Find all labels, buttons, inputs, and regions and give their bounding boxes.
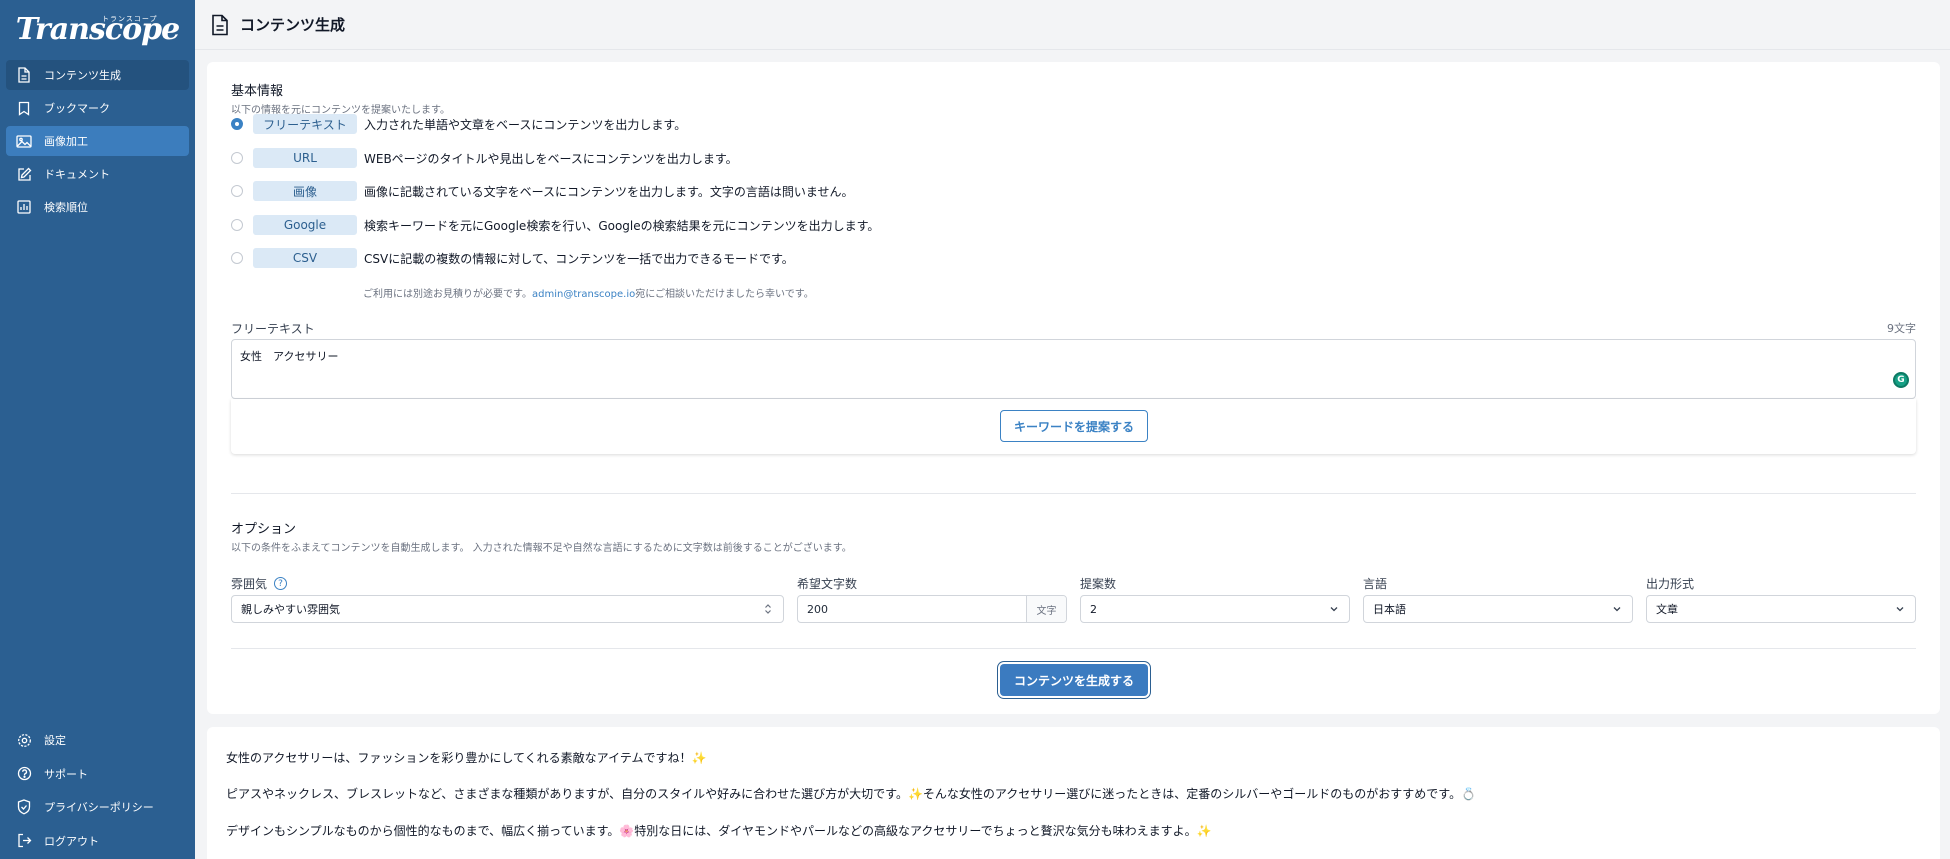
keyword-panel: キーワードを提案する	[231, 399, 1916, 454]
document-icon	[210, 14, 232, 36]
mode-chip: Google	[253, 215, 357, 235]
radio-button[interactable]	[231, 185, 243, 197]
logout-icon	[14, 831, 34, 851]
mode-chip: 画像	[253, 181, 357, 201]
basic-info-title: 基本情報	[231, 84, 284, 99]
sidebar-item-label: プライバシーポリシー	[44, 801, 154, 814]
suggest-keywords-button[interactable]: キーワードを提案する	[1000, 410, 1148, 442]
radio-button[interactable]	[231, 118, 243, 130]
contact-email-link[interactable]: admin@transcope.io	[532, 289, 635, 300]
sidebar-item-document[interactable]: ドキュメント	[6, 159, 189, 189]
sidebar-item-label: 検索順位	[44, 201, 88, 214]
csv-note-text: 宛にご相談いただけましたら幸いです。	[635, 289, 814, 300]
options-subtitle: 以下の条件をふまえてコンテンツを自動生成します。 入力された情報不足や自然な言語…	[231, 543, 852, 554]
content-form-card: 基本情報 以下の情報を元にコンテンツを提案いたします。 フリーテキスト 入力され…	[207, 62, 1940, 714]
count-select[interactable]: 2	[1080, 595, 1350, 623]
sidebar-item-label: ブックマーク	[44, 102, 110, 115]
input-mode-google[interactable]: Google 検索キーワードを元にGoogle検索を行い、Googleの検索結果…	[231, 214, 879, 236]
sidebar-item-content-generation[interactable]: コンテンツ生成	[6, 60, 189, 90]
radio-button[interactable]	[231, 252, 243, 264]
count-label: 提案数	[1080, 577, 1117, 591]
count-value: 2	[1090, 602, 1097, 616]
mode-chip: フリーテキスト	[253, 114, 357, 134]
freetext-label: フリーテキスト	[231, 322, 315, 336]
freetext-value: 女性 アクセサリー	[240, 350, 339, 363]
sidebar-item-label: 設定	[44, 734, 66, 747]
mood-label-text: 雰囲気	[231, 577, 268, 591]
options-title: オプション	[231, 522, 297, 537]
length-label: 希望文字数	[797, 577, 858, 591]
mode-description: WEBページのタイトルや見出しをベースにコンテンツを出力します。	[364, 151, 738, 166]
input-mode-csv[interactable]: CSV CSVに記載の複数の情報に対して、コンテンツを一括で出力できるモードです…	[231, 247, 794, 269]
chevron-down-icon	[1330, 607, 1338, 612]
length-value: 200	[807, 602, 828, 616]
format-value: 文章	[1656, 603, 1678, 616]
image-icon	[14, 131, 34, 151]
char-count: 9文字	[1887, 322, 1916, 335]
mode-description: 入力された単語や文章をベースにコンテンツを出力します。	[364, 117, 687, 132]
sidebar-item-settings[interactable]: 設定	[6, 725, 189, 755]
output-paragraph: デザインもシンプルなものから個性的なものまで、幅広く揃っています。🌸特別な日には…	[226, 824, 1212, 838]
mode-description: 画像に記載されている文字をベースにコンテンツを出力します。文字の言語は問いません…	[364, 184, 854, 199]
sidebar-item-bookmark[interactable]: ブックマーク	[6, 93, 189, 123]
language-select[interactable]: 日本語	[1363, 595, 1633, 623]
mode-chip: URL	[253, 148, 357, 168]
mood-label: 雰囲気 ?	[231, 575, 288, 592]
sidebar-item-label: コンテンツ生成	[44, 69, 121, 82]
sidebar-item-search-ranking[interactable]: 検索順位	[6, 192, 189, 222]
input-mode-url[interactable]: URL WEBページのタイトルや見出しをベースにコンテンツを出力します。	[231, 147, 738, 169]
logo-kana: トランスコープ	[102, 15, 158, 23]
mode-description: CSVに記載の複数の情報に対して、コンテンツを一括で出力できるモードです。	[364, 251, 794, 266]
sidebar: Transcope トランスコープ コンテンツ生成 ブックマーク 画像加工 ドキ…	[0, 0, 195, 859]
sidebar-item-image-processing[interactable]: 画像加工	[6, 126, 189, 156]
output-paragraph: 女性のアクセサリーは、ファッションを彩り豊かにしてくれる素敵なアイテムですね！✨	[226, 751, 707, 765]
format-label: 出力形式	[1646, 577, 1695, 591]
mode-chip: CSV	[253, 248, 357, 268]
shield-icon	[14, 797, 34, 817]
generate-content-button[interactable]: コンテンツを生成する	[1000, 664, 1148, 696]
gear-icon	[14, 730, 34, 750]
csv-note-text: ご利用には別途お見積りが必要です。	[363, 289, 532, 300]
language-label: 言語	[1363, 577, 1388, 591]
mood-value: 親しみやすい雰囲気	[241, 603, 340, 616]
sidebar-nav: コンテンツ生成 ブックマーク 画像加工 ドキュメント 検索順位	[0, 58, 195, 227]
sidebar-item-logout[interactable]: ログアウト	[6, 826, 189, 856]
sidebar-item-label: サポート	[44, 767, 88, 781]
sidebar-item-support[interactable]: サポート	[6, 759, 189, 789]
output-paragraph: ピアスやネックレス、ブレスレットなど、さまざまな種類がありますが、自分のスタイル…	[226, 787, 1477, 801]
chart-icon	[14, 197, 34, 217]
length-unit: 文字	[1026, 596, 1066, 622]
output-card: 女性のアクセサリーは、ファッションを彩り豊かにしてくれる素敵なアイテムですね！✨…	[207, 727, 1940, 859]
chevron-down-icon	[1896, 607, 1904, 612]
page-header: コンテンツ生成	[195, 0, 1950, 50]
language-value: 日本語	[1373, 603, 1406, 616]
bookmark-icon	[14, 98, 34, 118]
input-mode-image[interactable]: 画像 画像に記載されている文字をベースにコンテンツを出力します。文字の言語は問い…	[231, 180, 853, 202]
chevron-down-icon	[1613, 607, 1621, 612]
divider	[231, 648, 1916, 649]
sidebar-item-label: ログアウト	[44, 834, 99, 848]
document-icon	[14, 65, 34, 85]
page-title: コンテンツ生成	[240, 16, 346, 34]
app-logo[interactable]: Transcope トランスコープ	[0, 0, 195, 58]
length-input[interactable]: 200 文字	[797, 595, 1067, 623]
format-select[interactable]: 文章	[1646, 595, 1916, 623]
grammarly-icon[interactable]: G	[1893, 372, 1909, 388]
sidebar-item-label: 画像加工	[44, 135, 88, 148]
csv-note: ご利用には別途お見積りが必要です。admin@transcope.io宛にご相談…	[363, 285, 814, 300]
edit-icon	[14, 164, 34, 184]
radio-button[interactable]	[231, 219, 243, 231]
help-icon[interactable]: ?	[274, 577, 288, 590]
freetext-input[interactable]: 女性 アクセサリー G	[231, 339, 1916, 399]
sidebar-item-privacy-policy[interactable]: プライバシーポリシー	[6, 792, 189, 822]
sidebar-bottom-nav: 設定 サポート プライバシーポリシー ログアウト	[6, 725, 189, 859]
mood-select[interactable]: 親しみやすい雰囲気	[231, 595, 784, 623]
radio-button[interactable]	[231, 152, 243, 164]
divider	[231, 493, 1916, 494]
mode-description: 検索キーワードを元にGoogle検索を行い、Googleの検索結果を元にコンテン…	[364, 218, 880, 233]
sidebar-item-label: ドキュメント	[44, 168, 110, 181]
updown-icon	[765, 604, 771, 614]
question-icon	[14, 764, 34, 784]
input-mode-freetext[interactable]: フリーテキスト 入力された単語や文章をベースにコンテンツを出力します。	[231, 113, 686, 135]
